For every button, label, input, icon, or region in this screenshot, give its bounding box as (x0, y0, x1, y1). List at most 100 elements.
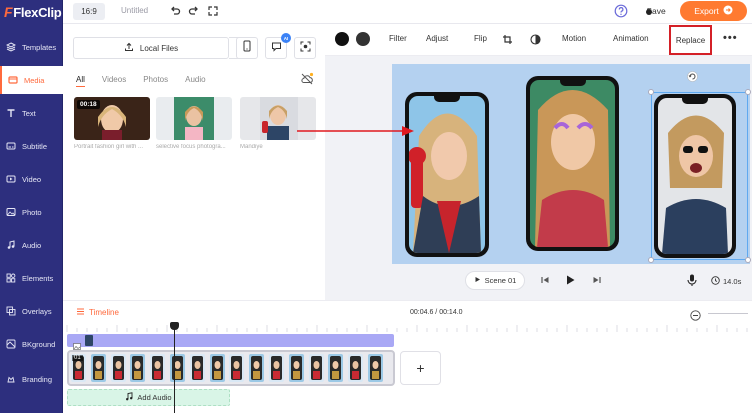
phone-screen-image[interactable] (530, 80, 615, 247)
sidebar-item-text[interactable]: Text (0, 99, 63, 127)
undo-icon[interactable] (168, 4, 182, 18)
aspect-ratio-button[interactable]: 16:9 (73, 3, 105, 20)
zoom-out-icon[interactable] (690, 308, 701, 321)
project-title[interactable]: Untitled (121, 6, 148, 15)
color-swatch[interactable] (335, 32, 349, 46)
timeline-frame (229, 354, 245, 382)
timeline-toggle[interactable]: Timeline (76, 307, 119, 318)
save-button[interactable]: Save (640, 2, 672, 20)
local-files-button[interactable]: Local Files (73, 37, 229, 59)
overlay-track[interactable] (67, 334, 394, 350)
resize-handle[interactable] (745, 89, 751, 95)
timeline-frame (150, 354, 166, 382)
phone-frame[interactable] (405, 92, 489, 257)
phone-upload-button[interactable] (236, 37, 258, 59)
resize-handle[interactable] (648, 89, 654, 95)
subtitle-icon (6, 141, 16, 151)
flexclip-logo: F FlexClip (4, 4, 62, 20)
zoom-slider-track[interactable] (708, 313, 748, 314)
phone-frame[interactable] (526, 76, 619, 251)
sidebar-item-elements[interactable]: Elements (0, 264, 63, 292)
opacity-icon[interactable] (528, 32, 542, 46)
scene-button[interactable]: Scene 01 (465, 271, 525, 290)
zoom-slider-handle[interactable] (646, 9, 652, 15)
color-swatch[interactable] (356, 32, 370, 46)
audio-icon (6, 240, 16, 250)
duration-badge: 00:18 (77, 100, 100, 109)
animation-button[interactable]: Animation (613, 34, 649, 43)
rotate-icon[interactable] (687, 69, 698, 82)
timeline-frame (90, 354, 106, 382)
media-tabs: All Videos Photos Audio (76, 75, 206, 87)
upload-icon (124, 42, 134, 54)
overlays-icon (6, 306, 16, 316)
timeline-frame (288, 354, 304, 382)
sidebar: F FlexClip Templates Media Text Subtitle … (0, 0, 63, 413)
scene-number: 01 (72, 355, 83, 361)
play-icon (474, 276, 481, 285)
sidebar-item-subtitle[interactable]: Subtitle (0, 132, 63, 160)
sidebar-item-photo[interactable]: Photo (0, 198, 63, 226)
cloud-off-icon[interactable] (300, 72, 314, 86)
media-thumbnail[interactable]: 00:18 (74, 97, 150, 140)
help-icon[interactable] (614, 4, 628, 18)
sidebar-item-video[interactable]: Video (0, 165, 63, 193)
timeline-icon (76, 307, 85, 318)
timeline-frame (189, 354, 205, 382)
timeline-frame (209, 354, 225, 382)
video-track[interactable]: 01 (67, 350, 395, 386)
skip-forward-icon[interactable] (590, 273, 604, 287)
tab-photos[interactable]: Photos (143, 75, 168, 87)
add-audio-button[interactable]: Add Audio (67, 389, 230, 406)
more-options-icon[interactable]: ••• (723, 32, 738, 44)
logo-text: FlexClip (13, 4, 62, 20)
templates-icon (6, 42, 16, 52)
sidebar-item-overlays[interactable]: Overlays (0, 297, 63, 325)
tab-videos[interactable]: Videos (102, 75, 126, 87)
microphone-icon[interactable] (685, 273, 699, 287)
phone-screen-image[interactable] (409, 96, 485, 253)
add-scene-button[interactable]: + (400, 351, 441, 385)
export-button[interactable]: Export (680, 1, 747, 21)
play-button[interactable] (563, 273, 577, 287)
timeline-frame (368, 354, 383, 382)
tab-audio[interactable]: Audio (185, 75, 205, 87)
expand-icon[interactable] (206, 4, 220, 18)
sidebar-item-media[interactable]: Media (0, 66, 63, 94)
filter-button[interactable]: Filter (389, 34, 407, 43)
clock-icon (711, 276, 720, 287)
resize-handle[interactable] (648, 257, 654, 263)
sidebar-item-background[interactable]: BKground (0, 330, 63, 358)
timeline-timecode: 00:04.6 / 00:14.0 (410, 309, 463, 316)
playhead-handle[interactable] (170, 322, 179, 330)
branding-icon (6, 374, 16, 384)
crop-icon[interactable] (500, 32, 514, 46)
music-note-icon (125, 392, 133, 403)
ai-generate-button[interactable]: AI (265, 33, 291, 59)
adjust-button[interactable]: Adjust (426, 34, 448, 43)
timeline-frame (328, 354, 344, 382)
timeline-ruler (66, 325, 748, 332)
redo-icon[interactable] (187, 4, 201, 18)
resize-handle[interactable] (745, 257, 751, 263)
video-icon (6, 174, 16, 184)
media-icon (8, 75, 18, 85)
tab-all[interactable]: All (76, 75, 85, 87)
screen-record-button[interactable] (294, 37, 316, 59)
playhead[interactable] (174, 324, 175, 413)
media-thumbnail[interactable] (156, 97, 232, 140)
photo-icon (6, 207, 16, 217)
sidebar-item-templates[interactable]: Templates (0, 33, 63, 61)
selection-frame (651, 92, 748, 260)
timeline-header: Timeline 00:04.6 / 00:14.0 (63, 300, 752, 324)
flip-button[interactable]: Flip (474, 34, 487, 43)
sidebar-item-audio[interactable]: Audio (0, 231, 63, 259)
replace-button[interactable]: Replace (669, 25, 712, 55)
sidebar-item-branding[interactable]: Branding (0, 365, 63, 393)
timeline-frame (269, 354, 284, 382)
arrow-right-icon (723, 5, 733, 17)
skip-back-icon[interactable] (538, 273, 552, 287)
motion-button[interactable]: Motion (562, 34, 586, 43)
ai-badge: AI (281, 33, 291, 43)
text-icon (6, 108, 16, 118)
